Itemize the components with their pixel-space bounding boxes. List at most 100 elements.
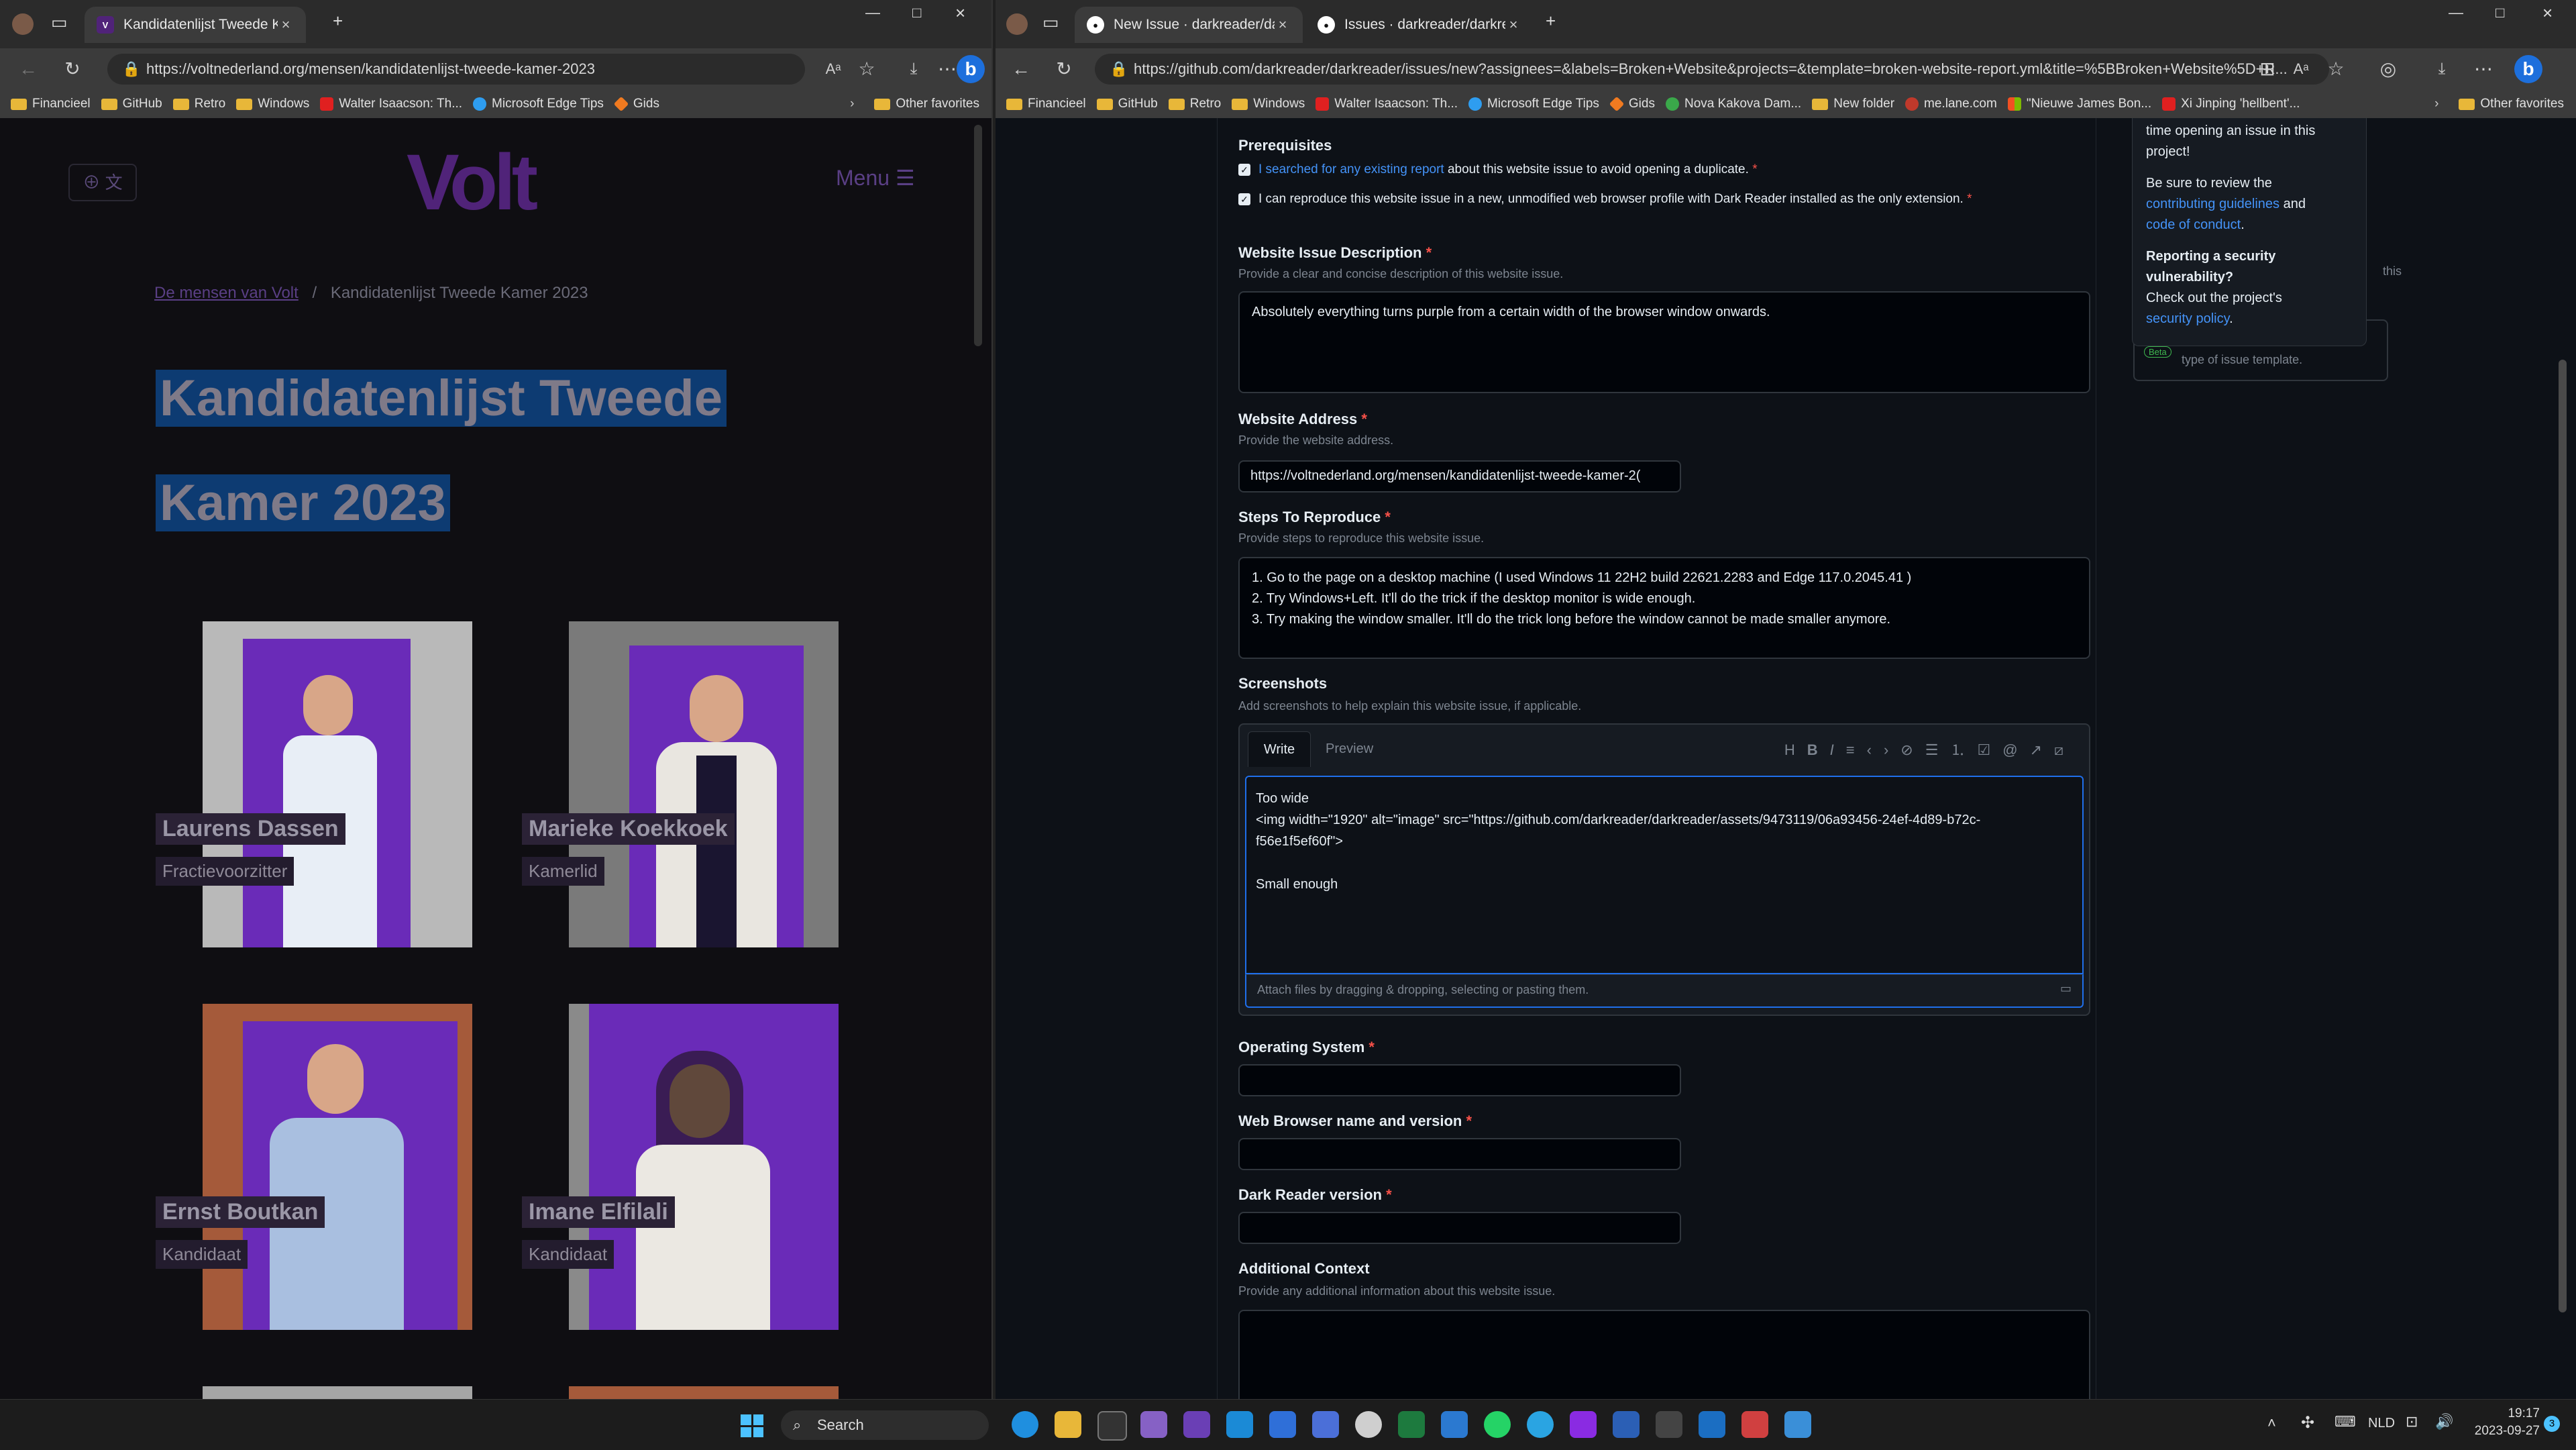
favorite-star-icon[interactable]: ☆ xyxy=(852,55,881,83)
bookmark-folder[interactable]: Retro xyxy=(172,97,225,111)
candidate-photo[interactable] xyxy=(203,1386,472,1399)
bookmark-folder[interactable]: Financieel xyxy=(1006,97,1086,111)
notepad-icon[interactable] xyxy=(1441,1411,1468,1438)
tab-issues[interactable]: ● Issues · darkreader/darkreader × xyxy=(1305,7,1534,43)
whatsapp-icon[interactable] xyxy=(1484,1411,1511,1438)
candidate-photo[interactable] xyxy=(203,1004,472,1330)
bookmarks-overflow-icon[interactable]: › xyxy=(2434,97,2438,111)
outlook-icon[interactable] xyxy=(1269,1411,1296,1438)
more-icon[interactable]: ⋯ xyxy=(2469,55,2498,83)
tray-overflow-icon[interactable]: ˄ xyxy=(2267,1414,2276,1432)
visual-studio-preview-icon[interactable] xyxy=(1183,1411,1210,1438)
keyboard-icon[interactable]: ⌨ xyxy=(2334,1413,2356,1431)
bookmark-link[interactable]: Gids xyxy=(613,96,659,112)
menu-button[interactable]: Menu ☰ xyxy=(836,165,915,191)
close-tab-icon[interactable]: × xyxy=(1505,16,1521,34)
code-of-conduct-link[interactable]: code of conduct xyxy=(2146,217,2241,232)
bookmark-link[interactable]: Nova Kakova Dam... xyxy=(1665,97,1801,111)
notification-badge[interactable]: 3 xyxy=(2544,1416,2560,1432)
excel-icon[interactable] xyxy=(1398,1411,1425,1438)
bookmark-link[interactable]: me.lane.com xyxy=(1905,97,1997,111)
italic-icon[interactable]: I xyxy=(1830,741,1846,758)
additional-context-textarea[interactable] xyxy=(1238,1310,2090,1399)
bookmark-folder[interactable]: GitHub xyxy=(101,97,162,111)
extension-icon[interactable]: ◎ xyxy=(2373,55,2403,83)
heading-icon[interactable]: H xyxy=(1784,741,1807,758)
numbered-list-icon[interactable]: ⒈ xyxy=(1950,741,1977,758)
back-icon[interactable]: ← xyxy=(13,55,43,83)
bookmark-folder[interactable]: Retro xyxy=(1168,97,1221,111)
minimize-icon[interactable]: — xyxy=(2449,4,2463,21)
onenote-icon[interactable] xyxy=(1570,1411,1597,1438)
outlook-new-icon[interactable] xyxy=(1699,1411,1725,1438)
browser-input[interactable] xyxy=(1238,1138,1681,1170)
copilot-icon[interactable]: b xyxy=(2514,55,2542,83)
tab-actions-icon[interactable]: ▭ xyxy=(51,12,68,33)
security-policy-link[interactable]: security policy xyxy=(2146,311,2229,326)
write-tab[interactable]: Write xyxy=(1248,731,1311,767)
bookmark-folder[interactable]: Financieel xyxy=(11,97,91,111)
profile-avatar[interactable] xyxy=(1006,13,1028,35)
volume-icon[interactable]: 🔊 xyxy=(2435,1413,2453,1431)
maximize-icon[interactable]: □ xyxy=(912,4,921,21)
favorite-star-icon[interactable]: ☆ xyxy=(2321,55,2351,83)
refresh-icon[interactable]: ↻ xyxy=(1049,55,1079,83)
bookmark-folder[interactable]: Windows xyxy=(236,97,309,111)
link-icon[interactable]: ⊘ xyxy=(1900,741,1925,758)
reader-icon[interactable]: Aᵃ xyxy=(2286,55,2316,83)
bluetooth-icon[interactable]: ✣ xyxy=(2301,1413,2314,1433)
download-icon[interactable]: ⤓ xyxy=(899,55,928,83)
close-window-icon[interactable]: × xyxy=(2542,3,2553,23)
website-address-input[interactable]: https://voltnederland.org/mensen/kandida… xyxy=(1238,460,1681,493)
bookmark-link[interactable]: Microsoft Edge Tips xyxy=(1468,97,1599,111)
bookmark-link[interactable]: "Nieuwe James Bon... xyxy=(2007,97,2151,111)
close-window-icon[interactable]: × xyxy=(955,3,965,23)
edge-icon[interactable] xyxy=(1012,1411,1038,1438)
close-tab-icon[interactable]: × xyxy=(1275,16,1291,34)
description-textarea[interactable]: Absolutely everything turns purple from … xyxy=(1238,291,2090,393)
bookmarks-overflow-icon[interactable]: › xyxy=(850,97,854,111)
network-icon[interactable]: ⊡ xyxy=(2406,1413,2418,1431)
os-input[interactable] xyxy=(1238,1064,1681,1096)
checkbox[interactable]: ✓ xyxy=(1238,163,1250,176)
url-field[interactable]: 🔒 https://github.com/darkreader/darkread… xyxy=(1095,54,2329,85)
refresh-icon[interactable]: ↻ xyxy=(58,55,87,83)
checkbox[interactable]: ✓ xyxy=(1238,193,1250,205)
start-button[interactable] xyxy=(741,1414,763,1437)
task-list-icon[interactable]: ☑ xyxy=(1977,741,2002,758)
reader-icon[interactable]: Aᵃ xyxy=(818,55,848,83)
file-explorer-icon[interactable] xyxy=(1055,1411,1081,1438)
copilot-icon[interactable]: b xyxy=(957,55,985,83)
app-available-icon[interactable]: ⊞ xyxy=(2253,55,2282,83)
back-icon[interactable]: ← xyxy=(1006,55,1036,83)
new-tab-icon[interactable]: + xyxy=(333,11,343,32)
taskbar-search[interactable]: ⌕ Search xyxy=(781,1410,989,1440)
close-tab-icon[interactable]: × xyxy=(278,16,294,34)
maximize-icon[interactable]: □ xyxy=(2496,4,2504,21)
calculator-icon[interactable] xyxy=(1656,1411,1682,1438)
screenshots-textarea[interactable]: Too wide <img width="1920" alt="image" s… xyxy=(1245,776,2084,974)
candidate-photo[interactable] xyxy=(569,1004,839,1330)
bookmark-link[interactable]: Walter Isaacson: Th... xyxy=(320,97,462,111)
reference-icon[interactable]: ↗ xyxy=(2030,741,2054,758)
vscode-icon[interactable] xyxy=(1226,1411,1253,1438)
other-favorites[interactable]: Other favorites xyxy=(2459,97,2564,111)
word-icon[interactable] xyxy=(1613,1411,1640,1438)
breadcrumb-link[interactable]: De mensen van Volt xyxy=(154,284,299,302)
language-switch-icon[interactable]: ⊕ 文 xyxy=(68,164,137,201)
telegram-icon[interactable] xyxy=(1527,1411,1554,1438)
url-field[interactable]: 🔒 https://voltnederland.org/mensen/kandi… xyxy=(107,54,805,85)
darkreader-version-input[interactable] xyxy=(1238,1212,1681,1244)
minimize-icon[interactable]: — xyxy=(865,4,880,21)
new-tab-icon[interactable]: + xyxy=(1546,11,1556,32)
download-icon[interactable]: ⤓ xyxy=(2427,55,2457,83)
bold-icon[interactable]: B xyxy=(1807,741,1830,758)
volt-logo[interactable]: Volt xyxy=(407,137,538,228)
bookmark-folder[interactable]: Windows xyxy=(1232,97,1305,111)
clock[interactable]: 19:17 2023-09-27 xyxy=(2466,1405,2540,1440)
bookmark-folder[interactable]: New folder xyxy=(1812,97,1894,111)
candidate-photo[interactable] xyxy=(569,1386,839,1399)
slash-commands-icon[interactable]: ⧄ xyxy=(2054,741,2076,758)
profile-avatar[interactable] xyxy=(12,13,34,35)
bookmark-link[interactable]: Gids xyxy=(1609,96,1655,112)
